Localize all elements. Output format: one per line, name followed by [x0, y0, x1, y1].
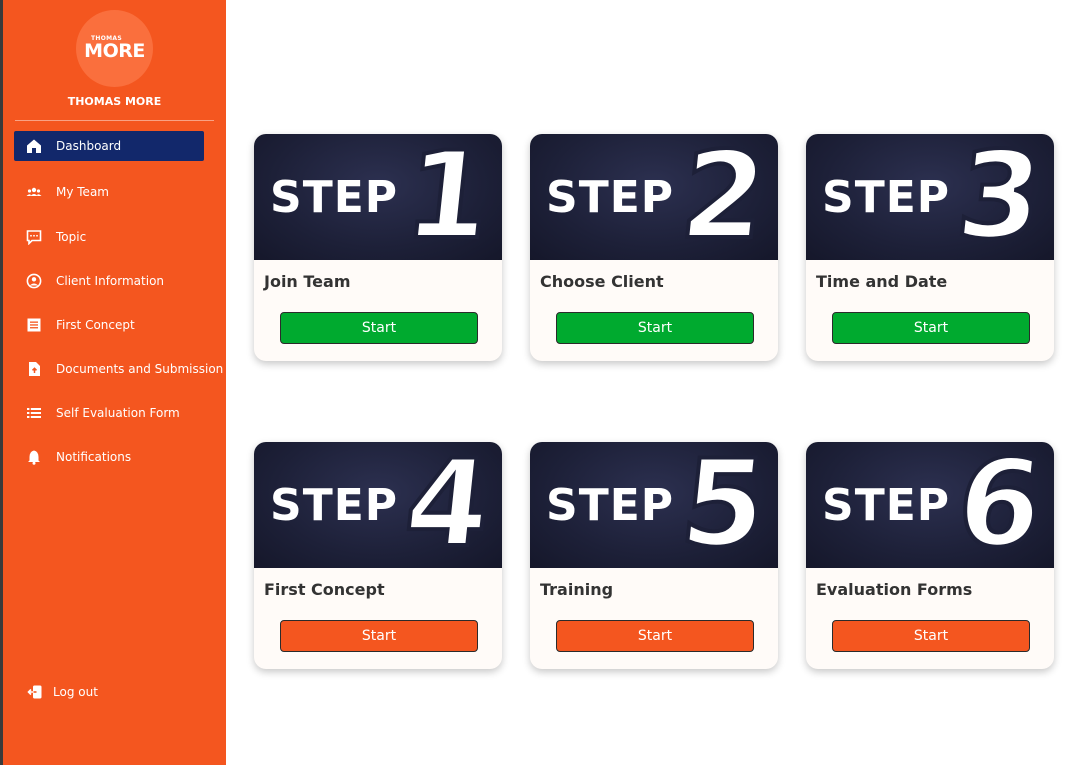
start-button[interactable]: Start — [832, 620, 1030, 652]
step-card: STEP 3 Time and Date Start — [806, 134, 1054, 361]
step-word: STEP — [822, 479, 951, 531]
sidebar: THOMAS MORE THOMAS MORE Dashboard My Tea… — [3, 0, 226, 765]
step-number: 2 — [673, 134, 775, 268]
sidebar-item-client-information[interactable]: Client Information — [14, 266, 224, 296]
step-card: STEP 6 Evaluation Forms Start — [806, 442, 1054, 669]
user-circle-icon — [26, 273, 42, 289]
start-button[interactable]: Start — [832, 312, 1030, 344]
start-button[interactable]: Start — [556, 312, 754, 344]
card-title: Join Team — [264, 272, 351, 291]
step-card: STEP 1 Join Team Start — [254, 134, 502, 361]
step-banner: STEP 6 — [806, 442, 1054, 576]
card-title: Choose Client — [540, 272, 664, 291]
start-button[interactable]: Start — [556, 620, 754, 652]
card-title: Evaluation Forms — [816, 580, 973, 599]
step-number: 4 — [397, 442, 499, 576]
sidebar-item-label: Topic — [56, 230, 87, 244]
bell-icon — [26, 449, 42, 465]
sidebar-item-documents-submission[interactable]: Documents and Submission — [14, 354, 224, 384]
sidebar-item-first-concept[interactable]: First Concept — [14, 310, 224, 340]
brand-name: THOMAS MORE — [67, 95, 162, 108]
home-icon — [26, 138, 42, 154]
start-button[interactable]: Start — [280, 620, 478, 652]
step-number: 1 — [397, 134, 499, 268]
list-icon — [26, 405, 42, 421]
step-word: STEP — [822, 171, 951, 223]
logo[interactable]: THOMAS MORE — [76, 10, 153, 87]
step-card: STEP 2 Choose Client Start — [530, 134, 778, 361]
step-number: 6 — [949, 442, 1051, 576]
step-banner: STEP 5 — [530, 442, 778, 576]
sidebar-item-label: Client Information — [56, 274, 165, 288]
sidebar-divider — [15, 120, 214, 121]
step-banner: STEP 1 — [254, 134, 502, 268]
sidebar-item-notifications[interactable]: Notifications — [14, 442, 224, 472]
step-number: 3 — [949, 134, 1051, 268]
start-button[interactable]: Start — [280, 312, 478, 344]
card-title: Training — [540, 580, 614, 599]
step-banner: STEP 4 — [254, 442, 502, 576]
sidebar-item-label: Notifications — [56, 450, 132, 464]
step-card: STEP 4 First Concept Start — [254, 442, 502, 669]
step-banner: STEP 2 — [530, 134, 778, 268]
step-number: 5 — [673, 442, 775, 576]
sidebar-item-label: Documents and Submission — [56, 362, 224, 376]
logout-label: Log out — [53, 685, 98, 699]
sidebar-item-my-team[interactable]: My Team — [14, 177, 224, 207]
sidebar-item-label: First Concept — [56, 318, 135, 332]
file-upload-icon — [26, 361, 42, 377]
document-icon — [26, 317, 42, 333]
card-title: First Concept — [264, 580, 385, 599]
sidebar-item-label: Self Evaluation Form — [56, 406, 180, 420]
sidebar-item-self-evaluation-form[interactable]: Self Evaluation Form — [14, 398, 224, 428]
logout-button[interactable]: Log out — [27, 684, 98, 700]
sidebar-item-topic[interactable]: Topic — [14, 222, 224, 252]
step-banner: STEP 3 — [806, 134, 1054, 268]
card-title: Time and Date — [816, 272, 948, 291]
step-word: STEP — [270, 171, 399, 223]
sidebar-item-label: Dashboard — [56, 139, 122, 153]
step-word: STEP — [546, 479, 675, 531]
sidebar-item-label: My Team — [56, 185, 109, 199]
team-icon — [26, 184, 42, 200]
logo-big-text: MORE — [84, 40, 145, 62]
step-word: STEP — [270, 479, 399, 531]
chat-icon — [26, 229, 42, 245]
sidebar-item-dashboard[interactable]: Dashboard — [14, 131, 204, 161]
step-card: STEP 5 Training Start — [530, 442, 778, 669]
step-word: STEP — [546, 171, 675, 223]
logout-icon — [27, 684, 43, 700]
